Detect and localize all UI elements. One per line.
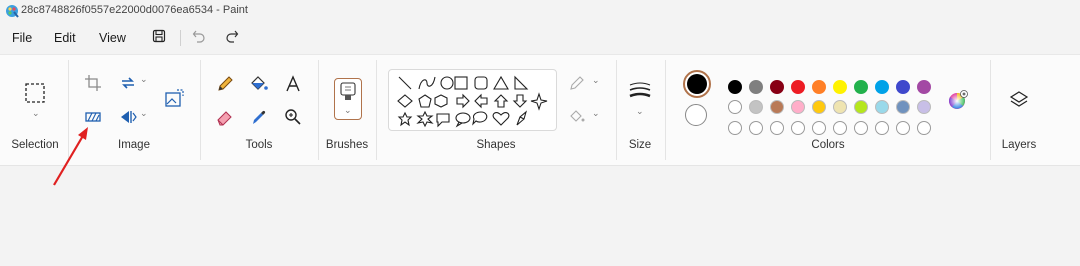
redo-icon[interactable] xyxy=(223,26,241,46)
color-swatch[interactable] xyxy=(812,100,826,114)
shapes-gallery[interactable] xyxy=(388,69,557,131)
color-swatch[interactable] xyxy=(896,121,910,135)
color-swatch[interactable] xyxy=(791,100,805,114)
fill-bucket-icon[interactable] xyxy=(248,73,270,95)
secondary-color[interactable] xyxy=(685,104,707,126)
color-swatch[interactable] xyxy=(812,80,826,94)
color-swatch[interactable] xyxy=(854,121,868,135)
color-swatch[interactable] xyxy=(917,121,931,135)
primary-color-swatch xyxy=(687,74,707,94)
title-bar: 28c8748826f0557e22000d0076ea6534 - Paint xyxy=(0,0,1080,22)
color-swatch[interactable] xyxy=(728,80,742,94)
save-icon[interactable] xyxy=(150,26,168,46)
color-swatch[interactable] xyxy=(749,100,763,114)
group-label-image: Image xyxy=(118,139,150,151)
group-label-size: Size xyxy=(628,139,652,151)
group-label-layers: Layers xyxy=(1001,139,1037,151)
menu-file[interactable]: File xyxy=(12,31,32,45)
text-icon[interactable] xyxy=(282,73,304,95)
group-divider xyxy=(665,60,666,160)
color-swatch[interactable] xyxy=(791,80,805,94)
color-swatch[interactable] xyxy=(749,80,763,94)
color-swatch[interactable] xyxy=(833,80,847,94)
color-swatch[interactable] xyxy=(770,100,784,114)
color-swatch[interactable] xyxy=(770,121,784,135)
rotate-dropdown-icon[interactable]: ⌄ xyxy=(140,74,148,85)
group-divider xyxy=(200,60,201,160)
color-swatch[interactable] xyxy=(728,121,742,135)
color-swatch[interactable] xyxy=(875,80,889,94)
outline-dropdown-icon[interactable]: ⌄ xyxy=(592,75,600,86)
group-label-tools: Tools xyxy=(245,139,273,151)
color-swatch[interactable] xyxy=(812,121,826,135)
color-swatch[interactable] xyxy=(854,80,868,94)
group-label-brushes: Brushes xyxy=(325,139,369,151)
menu-view[interactable]: View xyxy=(99,31,126,45)
group-divider xyxy=(318,60,319,160)
color-swatch[interactable] xyxy=(917,80,931,94)
line-size-icon[interactable] xyxy=(628,80,652,102)
magnifier-icon[interactable] xyxy=(282,106,304,128)
shape-outline-icon[interactable] xyxy=(566,73,588,95)
group-divider xyxy=(616,60,617,160)
selection-dropdown-icon[interactable]: ⌄ xyxy=(32,108,40,119)
brush-button[interactable]: ⌄ xyxy=(334,78,362,120)
menu-edit[interactable]: Edit xyxy=(54,31,76,45)
crop-icon[interactable] xyxy=(82,72,104,94)
fill-dropdown-icon[interactable]: ⌄ xyxy=(592,108,600,119)
brush-icon xyxy=(339,82,357,102)
group-label-colors: Colors xyxy=(811,139,845,151)
pencil-icon[interactable] xyxy=(214,73,236,95)
image-remove-background-icon[interactable] xyxy=(163,88,185,110)
undo-icon[interactable] xyxy=(190,26,208,46)
size-dropdown-icon[interactable]: ⌄ xyxy=(636,106,644,117)
annotation-arrow xyxy=(53,127,88,186)
color-swatch[interactable] xyxy=(875,100,889,114)
canvas-area[interactable] xyxy=(0,167,1080,266)
color-swatch[interactable] xyxy=(770,80,784,94)
color-swatch[interactable] xyxy=(728,100,742,114)
rotate-icon[interactable] xyxy=(117,72,139,94)
color-swatch[interactable] xyxy=(875,121,889,135)
group-divider xyxy=(376,60,377,160)
paint-app-icon xyxy=(4,3,20,19)
group-divider xyxy=(990,60,991,160)
toolbar-divider xyxy=(180,30,181,46)
color-swatch[interactable] xyxy=(896,80,910,94)
color-picker-icon[interactable] xyxy=(248,106,270,128)
rectangle-select-icon[interactable] xyxy=(24,82,46,104)
eraser-icon[interactable] xyxy=(214,106,236,128)
flip-dropdown-icon[interactable]: ⌄ xyxy=(140,108,148,119)
brush-dropdown-icon[interactable]: ⌄ xyxy=(344,105,352,116)
color-swatch[interactable] xyxy=(833,100,847,114)
color-swatch[interactable] xyxy=(854,100,868,114)
color-swatch[interactable] xyxy=(791,121,805,135)
color-swatch[interactable] xyxy=(917,100,931,114)
primary-color[interactable] xyxy=(683,70,711,98)
color-swatch[interactable] xyxy=(896,100,910,114)
edit-colors-icon[interactable] xyxy=(947,89,969,111)
color-swatch[interactable] xyxy=(833,121,847,135)
flip-icon[interactable] xyxy=(117,106,139,128)
color-swatch[interactable] xyxy=(749,121,763,135)
shape-fill-icon[interactable] xyxy=(566,106,588,128)
layers-icon[interactable] xyxy=(1008,89,1030,111)
group-label-shapes: Shapes xyxy=(476,139,516,151)
window-title: 28c8748826f0557e22000d0076ea6534 - Paint xyxy=(21,4,248,16)
